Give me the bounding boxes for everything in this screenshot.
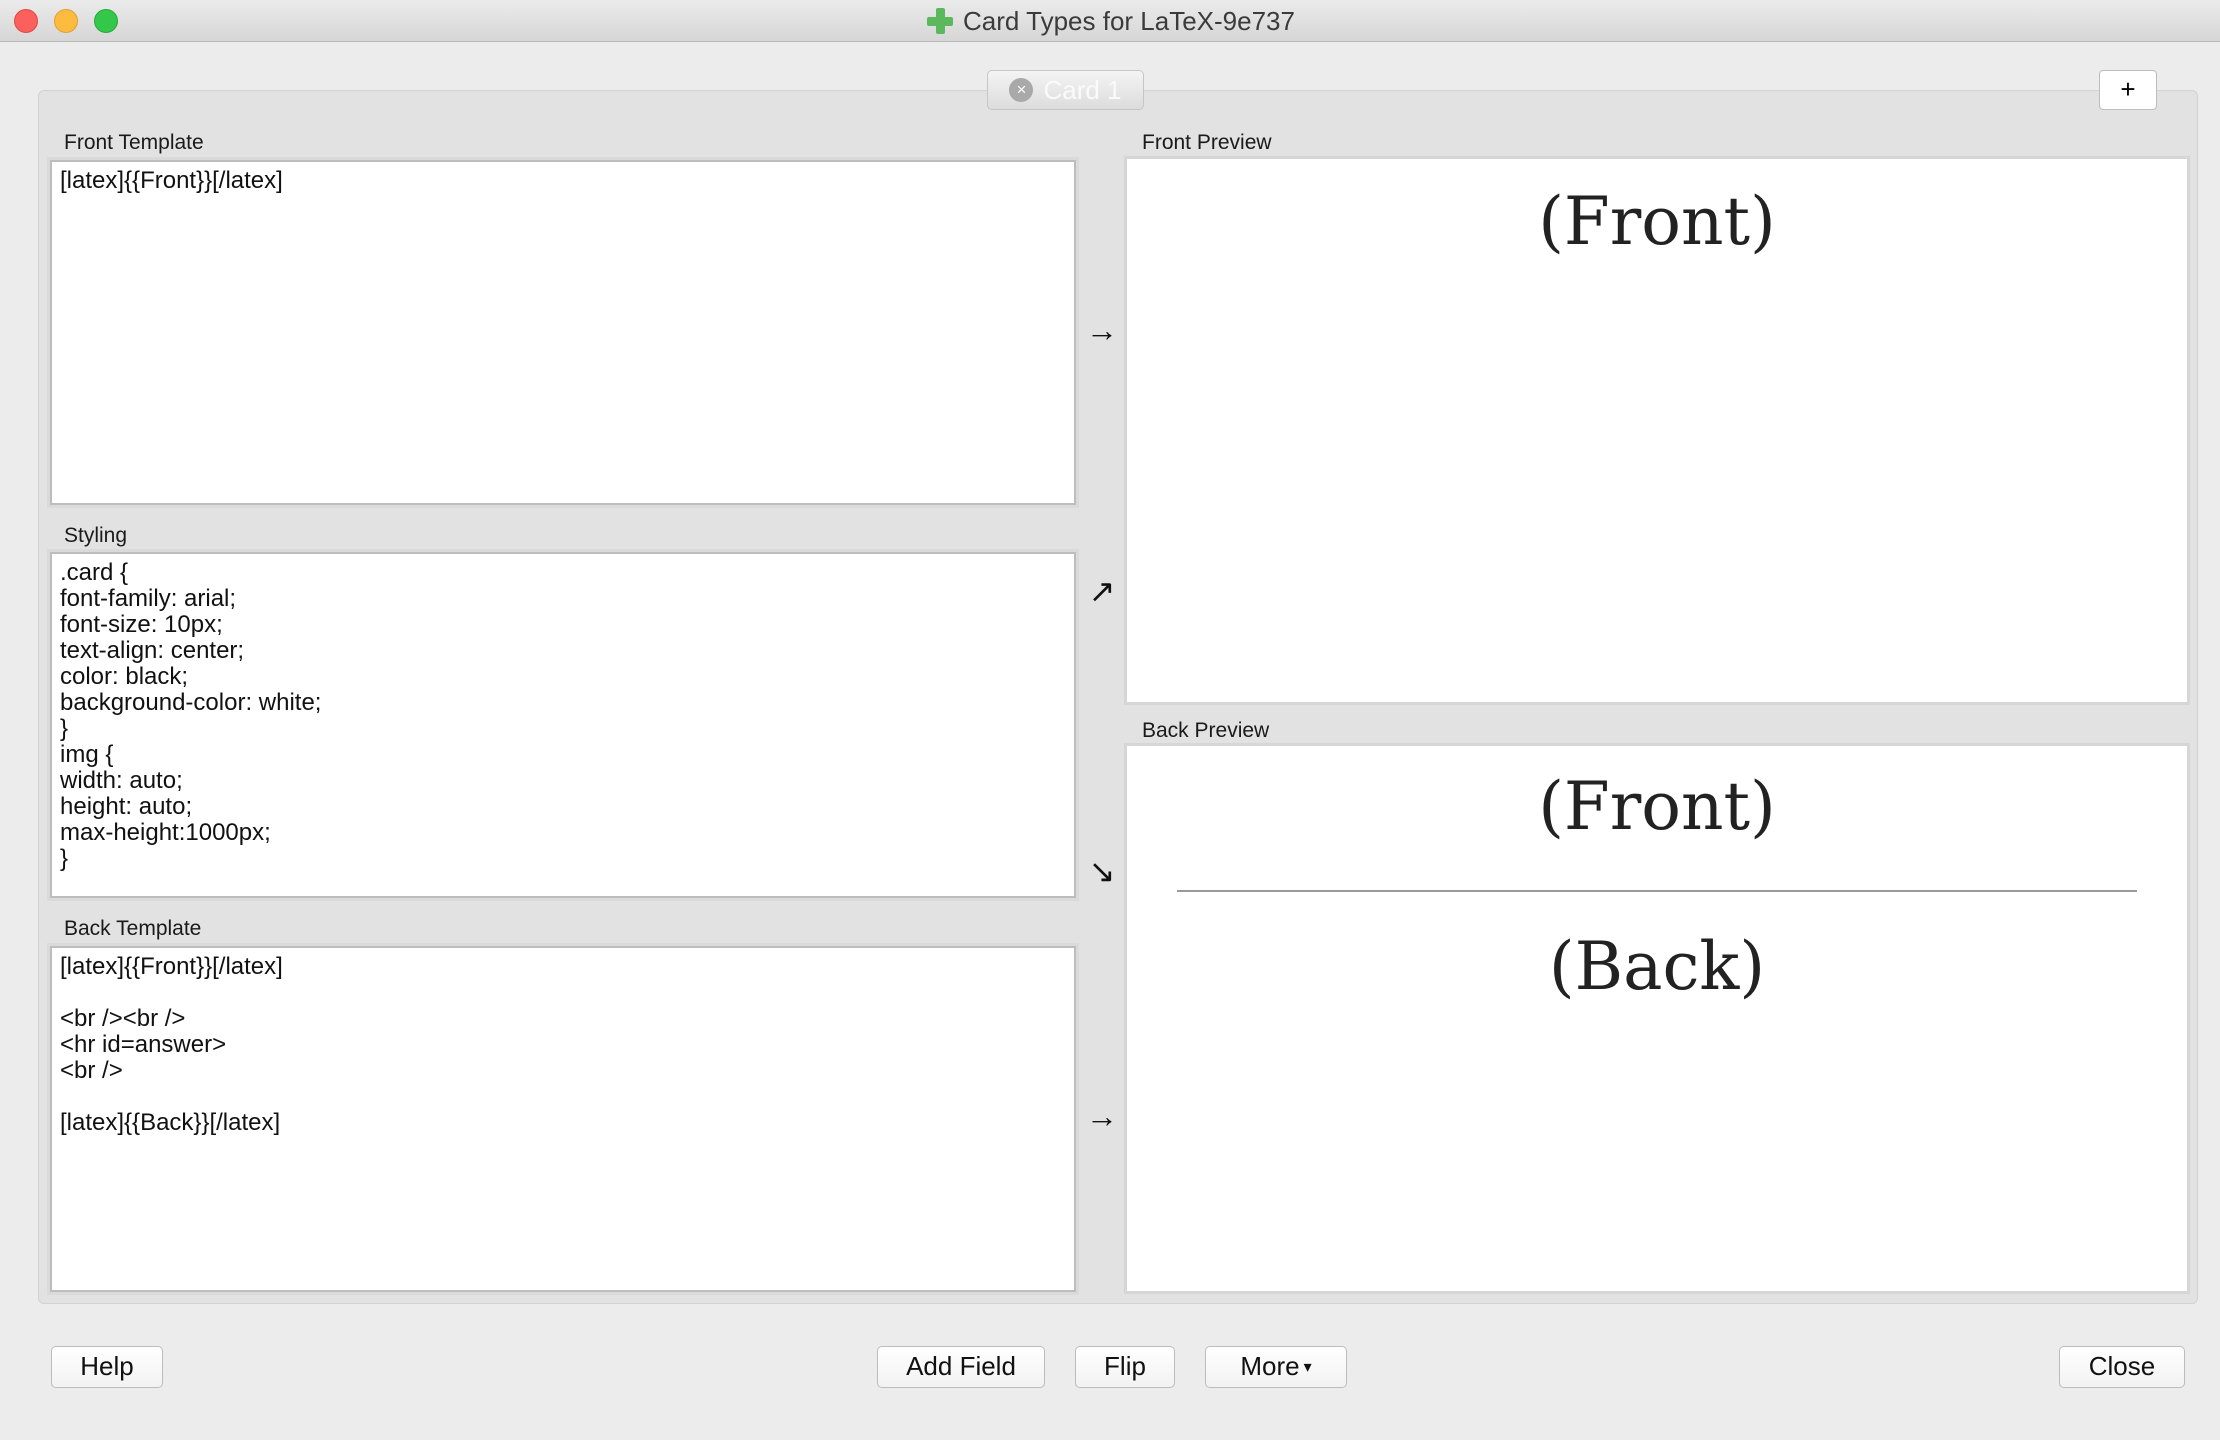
styling-up-arrow-icon: ↗ (1088, 573, 1116, 609)
back-template-editor[interactable]: [latex]{{Front}}[/latex] <br /><br /> <h… (50, 946, 1076, 1292)
tab-card-1[interactable]: × Card 1 (987, 70, 1144, 110)
anki-app-icon (925, 6, 955, 36)
chevron-down-icon: ▾ (1303, 1359, 1312, 1377)
front-preview-text: (Front) (1538, 183, 1776, 260)
front-preview-pane: (Front) (1124, 156, 2190, 705)
tab-close-icon[interactable]: × (1009, 78, 1034, 102)
styling-label: Styling (64, 524, 128, 547)
more-button[interactable]: More ▾ (1205, 1346, 1347, 1388)
window-title: Card Types for LaTeX-9e737 (963, 5, 1295, 36)
title-wrap: Card Types for LaTeX-9e737 (0, 0, 2220, 42)
tab-label: Card 1 (1043, 74, 1122, 105)
back-preview-label: Back Preview (1142, 719, 1270, 742)
styling-down-arrow-icon: ↘ (1088, 853, 1116, 889)
back-arrow-icon: → (1086, 1098, 1118, 1134)
back-preview-pane: (Front) (Back) (1124, 743, 2190, 1294)
more-button-label: More (1240, 1351, 1300, 1381)
close-button[interactable]: Close (2059, 1346, 2185, 1388)
answer-divider (1177, 890, 2137, 892)
add-card-type-button[interactable]: + (2099, 70, 2157, 110)
back-preview-front-text: (Front) (1538, 768, 1776, 845)
back-preview-back-text: (Back) (1548, 928, 1766, 1005)
front-preview-label: Front Preview (1142, 131, 1272, 154)
front-template-label: Front Template (64, 131, 204, 154)
add-field-button[interactable]: Add Field (877, 1346, 1045, 1388)
help-button[interactable]: Help (51, 1346, 163, 1388)
title-bar: Card Types for LaTeX-9e737 (0, 0, 2220, 42)
front-arrow-icon: → (1086, 312, 1118, 348)
styling-editor[interactable]: .card { font-family: arial; font-size: 1… (50, 552, 1076, 898)
front-template-editor[interactable]: [latex]{{Front}}[/latex] (50, 160, 1076, 505)
flip-button[interactable]: Flip (1075, 1346, 1175, 1388)
back-template-label: Back Template (64, 917, 202, 940)
